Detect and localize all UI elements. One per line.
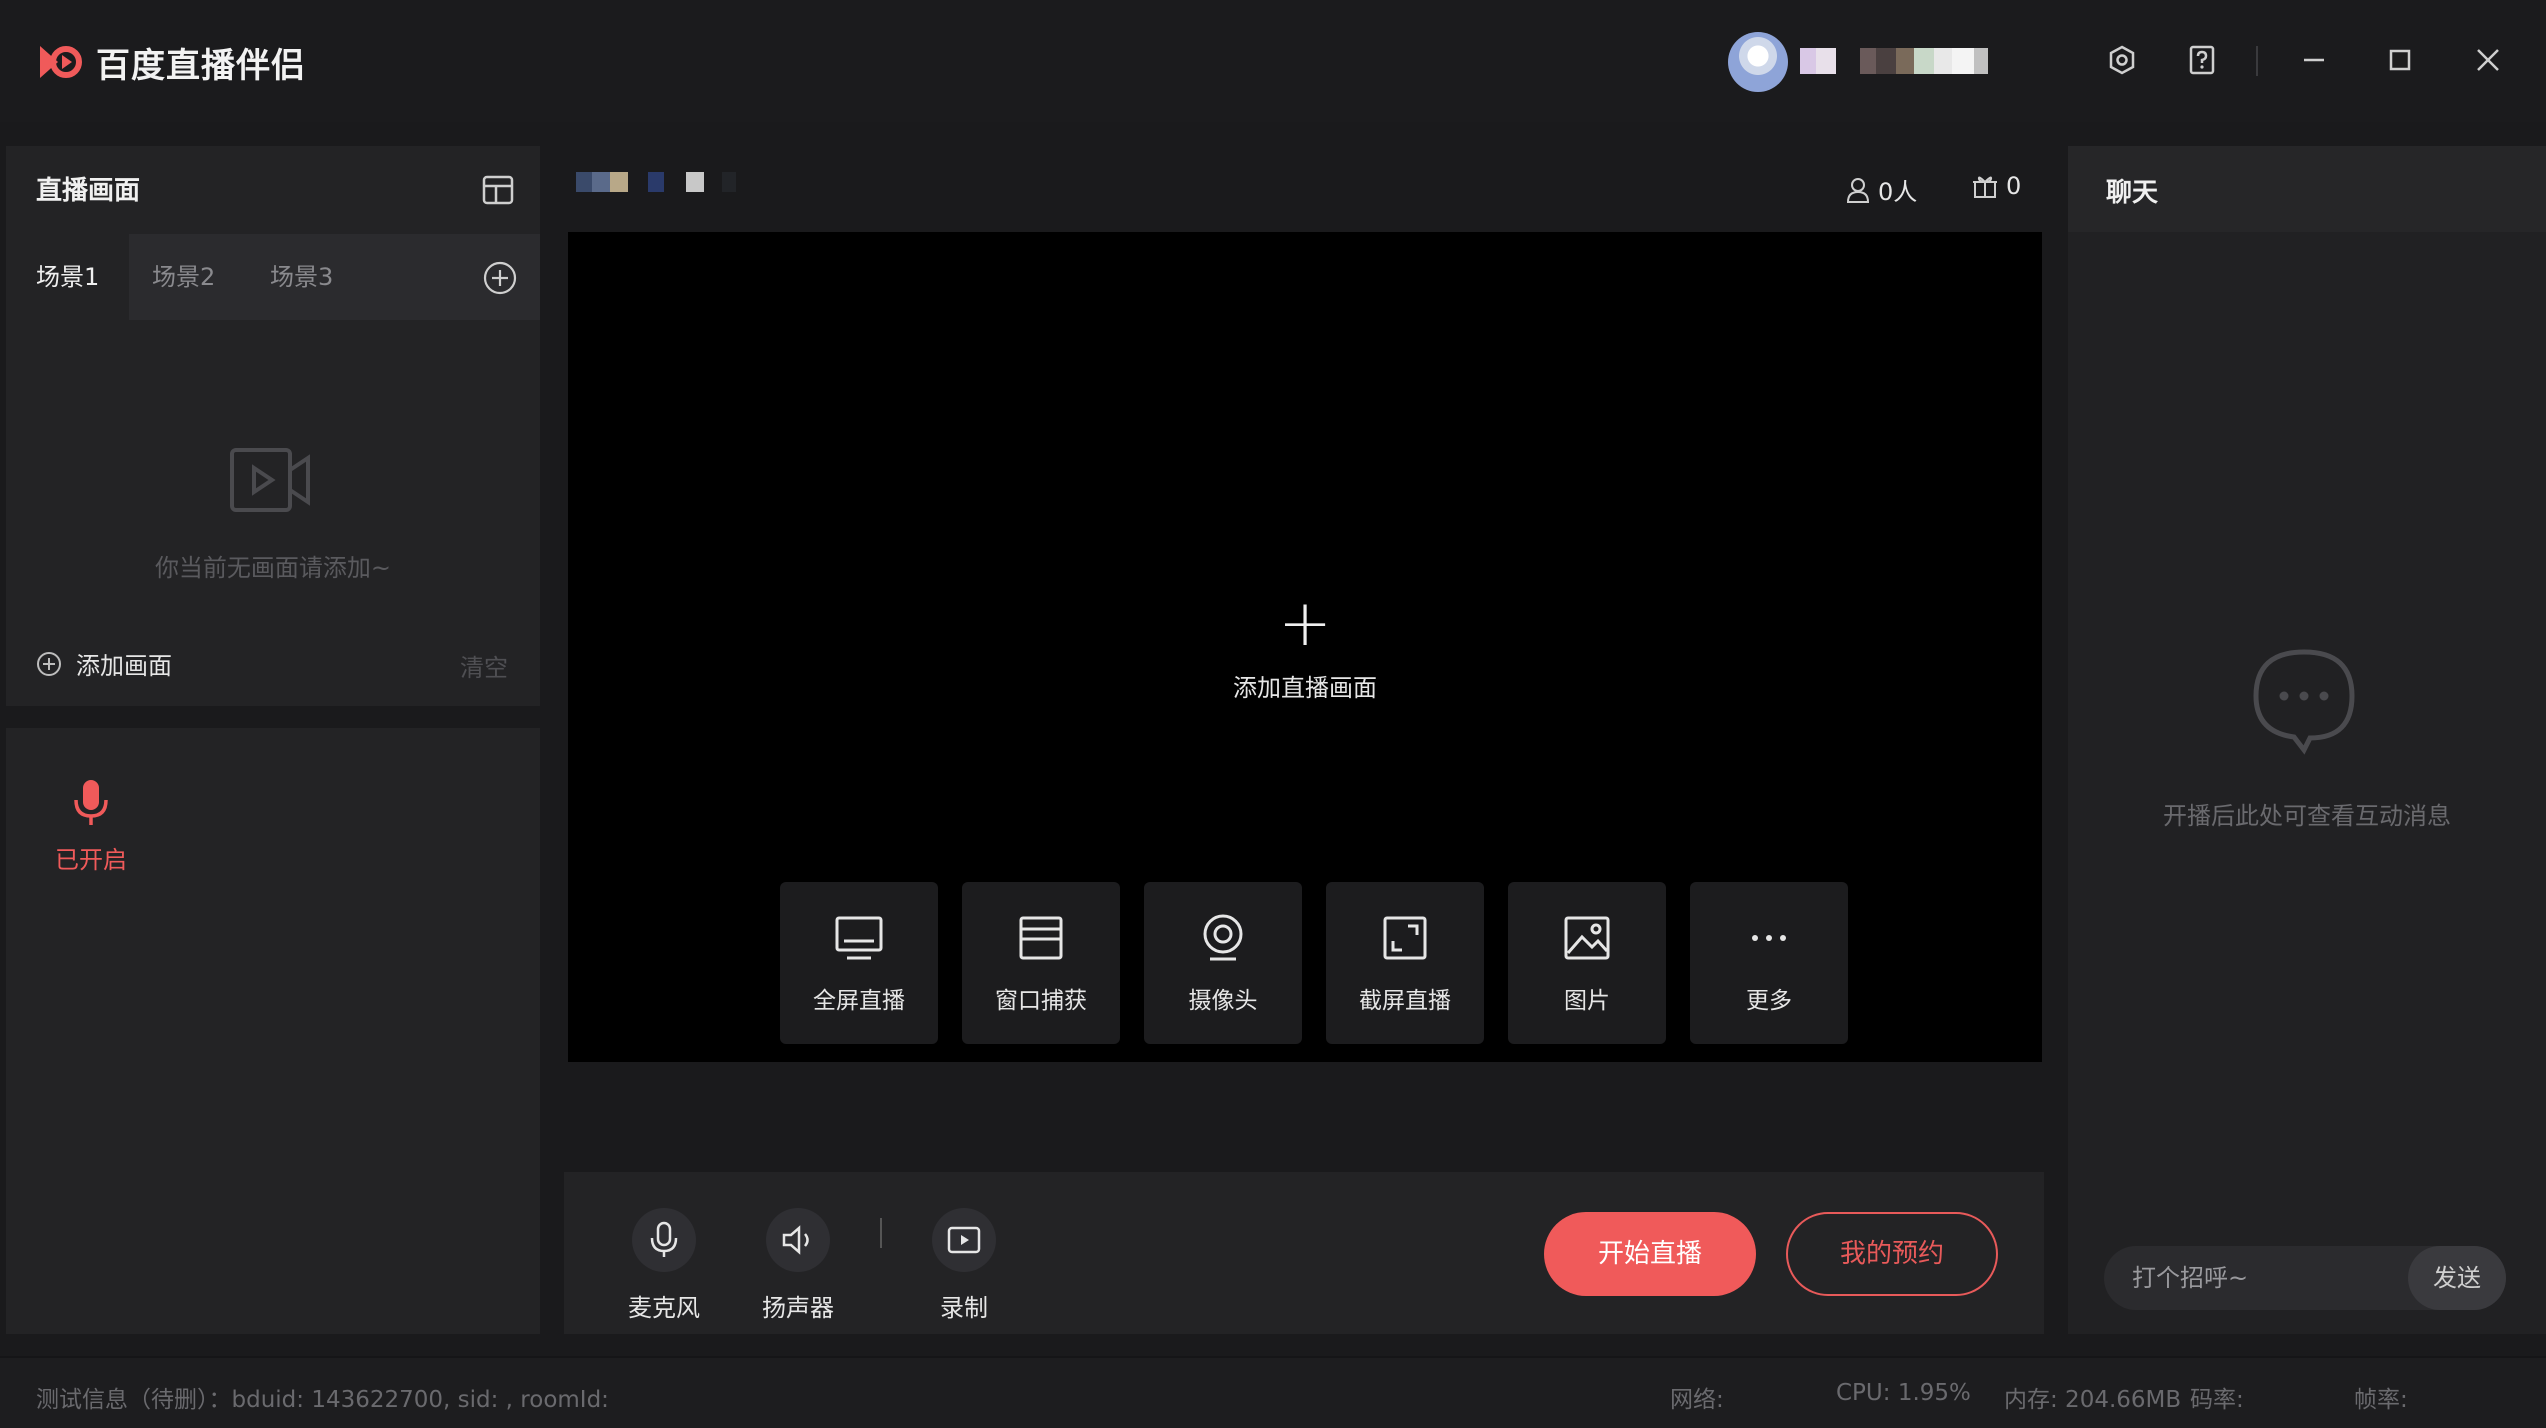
cpu-status: CPU: 1.95% [1836,1380,1971,1406]
chat-message-input[interactable] [2132,1246,2382,1310]
speaker-icon [782,1225,809,1255]
microphone-icon [650,1221,678,1257]
empty-video-icon [230,448,310,512]
status-bar: 测试信息（待删）：bduid: 143622700, sid: , roomId… [0,1356,2546,1428]
record-button[interactable]: 录制 [914,1208,1014,1323]
source-label: 截屏直播 [1359,988,1451,1014]
layout-icon[interactable] [480,172,516,208]
add-live-scene-button[interactable]: + 添加直播画面 [568,592,2042,703]
test-info-text: 测试信息（待删）：bduid: 143622700, sid: , roomId… [36,1387,609,1413]
speaker-label: 扬声器 [762,1294,834,1322]
add-circle-icon [37,651,61,676]
add-source-button[interactable]: 添加画面 [36,646,172,681]
empty-scene-text: 你当前无画面请添加~ [154,554,392,582]
chat-empty-text: 开播后此处可查看互动消息 [2163,802,2451,830]
speaker-circle [766,1208,830,1272]
monitor-icon [835,916,883,960]
viewer-count: 0人 [1846,172,1917,207]
microphone-button[interactable]: 麦克风 [614,1208,714,1323]
close-icon[interactable] [2470,42,2506,78]
camera-icon [1203,914,1243,961]
network-status: 网络: [1670,1387,1724,1413]
mic-icon [74,780,108,825]
control-bar: 麦克风 扬声器 录制 开始直播 我的预约 [564,1172,2044,1334]
mic-status-label: 已开启 [55,846,127,874]
my-reservation-button[interactable]: 我的预约 [1786,1212,1998,1296]
microphone-circle [632,1208,696,1272]
app-logo-icon [40,46,82,78]
room-title-pixelated [576,172,736,192]
record-circle [932,1208,996,1272]
add-source-label: 添加画面 [76,652,172,680]
plus-icon: + [1278,587,1332,661]
audio-panel: 已开启 [6,728,540,1334]
add-scene-icon[interactable] [482,260,518,296]
crop-screen-icon [1383,916,1427,960]
chat-input-box: 发送 [2104,1246,2506,1310]
scene-panel-title: 直播画面 [36,176,141,206]
viewer-count-label: 0人 [1878,178,1918,206]
avatar[interactable] [1728,32,1788,92]
source-label: 摄像头 [1188,988,1258,1014]
username-pixelated[interactable] [1800,48,1988,74]
user-icon [1846,177,1870,203]
send-button[interactable]: 发送 [2408,1246,2506,1310]
clear-button[interactable]: 清空 [460,648,508,683]
memory-status: 内存: 204.66MB [2004,1387,2182,1413]
room-header: 0人 0 [562,146,2044,232]
add-live-scene-label: 添加直播画面 [1233,674,1377,702]
settings-icon[interactable] [2104,42,2140,78]
scene-panel: 直播画面 场景1 场景2 场景3 你当前无画面请添加~ 添加画面 清空 [6,146,540,706]
scene-tabs: 场景1 场景2 场景3 [6,234,540,320]
chat-header: 聊天 [2068,146,2546,232]
titlebar-divider [2256,46,2258,76]
microphone-label: 麦克风 [628,1294,700,1322]
maximize-icon[interactable] [2382,42,2418,78]
window-icon [1019,916,1063,960]
image-icon [1564,916,1610,960]
window-capture-button[interactable]: 窗口捕获 [962,882,1120,1044]
chat-title: 聊天 [2106,178,2159,208]
image-source-button[interactable]: 图片 [1508,882,1666,1044]
gift-count-label: 0 [2006,172,2022,200]
app-title: 百度直播伴侣 [96,46,306,86]
record-icon [947,1226,981,1254]
gift-icon [1973,176,1997,198]
fullscreen-source-button[interactable]: 全屏直播 [780,882,938,1044]
live-preview[interactable]: + 添加直播画面 全屏直播 窗口捕获 摄像头 截屏直播 图片 更多 [568,232,2042,1062]
chat-panel: 聊天 开播后此处可查看互动消息 发送 [2068,146,2546,1334]
record-label: 录制 [940,1294,988,1322]
source-label: 全屏直播 [813,988,905,1014]
help-icon[interactable] [2184,42,2220,78]
screenshot-source-button[interactable]: 截屏直播 [1326,882,1484,1044]
control-divider [880,1218,882,1248]
tab-scene-1[interactable]: 场景1 [6,234,130,320]
tab-scene-2[interactable]: 场景2 [152,234,215,320]
source-label: 图片 [1564,988,1610,1014]
more-icon [1752,935,1786,941]
speaker-button[interactable]: 扬声器 [748,1208,848,1323]
mic-status-toggle[interactable]: 已开启 [46,778,136,875]
minimize-icon[interactable] [2296,42,2332,78]
tab-scene-3[interactable]: 场景3 [270,234,333,320]
start-live-button[interactable]: 开始直播 [1544,1212,1756,1296]
source-label: 更多 [1746,988,1792,1014]
gift-count: 0 [1972,172,2021,200]
chat-bubble-icon [2253,649,2355,755]
more-sources-button[interactable]: 更多 [1690,882,1848,1044]
source-label: 窗口捕获 [995,988,1087,1014]
source-buttons: 全屏直播 窗口捕获 摄像头 截屏直播 图片 更多 [780,882,1848,1044]
framerate-status: 帧率: [2354,1387,2408,1413]
bitrate-status: 码率: [2190,1387,2244,1413]
title-bar: 百度直播伴侣 [0,0,2546,122]
camera-source-button[interactable]: 摄像头 [1144,882,1302,1044]
